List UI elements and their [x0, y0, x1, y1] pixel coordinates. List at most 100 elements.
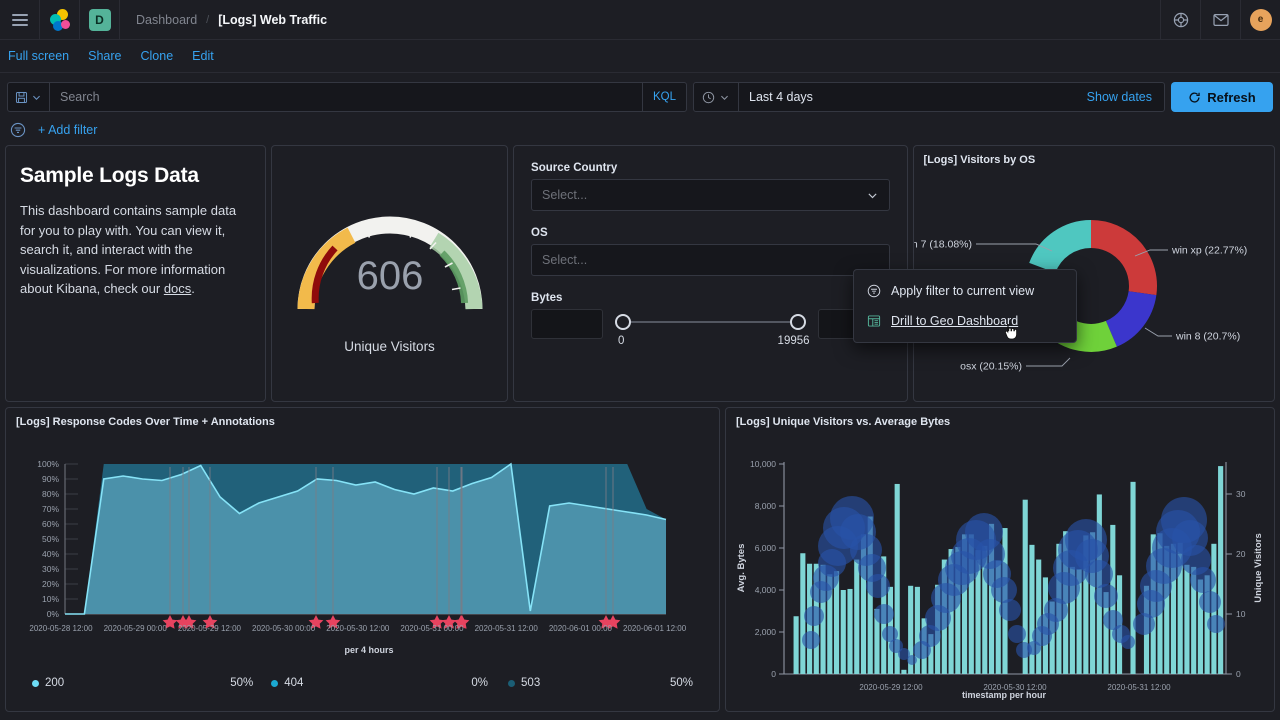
- panel-response-codes: [Logs] Response Codes Over Time + Annota…: [5, 407, 720, 712]
- y-axis-tick: 70%: [42, 504, 59, 514]
- markdown-text-2: .: [191, 281, 195, 296]
- bytes-range-row: 0 19956: [531, 309, 889, 339]
- donut-slice-win-xp: [1091, 234, 1143, 293]
- bytes-min-input[interactable]: [531, 309, 603, 339]
- legend-color-dot: [508, 680, 515, 687]
- donut-label-win-xp: win xp (22.77%): [1171, 245, 1247, 257]
- edit-link[interactable]: Edit: [192, 49, 214, 63]
- legend-color-dot: [32, 680, 39, 687]
- breadcrumb-current: [Logs] Web Traffic: [218, 13, 327, 27]
- clone-link[interactable]: Clone: [141, 49, 174, 63]
- filter-bar: + Add filter: [0, 115, 1280, 145]
- legend-value: 50%: [230, 677, 253, 689]
- bubble: [999, 599, 1021, 621]
- chevron-down-icon: [866, 189, 879, 202]
- source-country-select[interactable]: Select...: [531, 179, 889, 211]
- markdown-body: This dashboard contains sample data for …: [20, 201, 251, 299]
- x-axis-tick: 2020-05-29 12:00: [178, 624, 242, 633]
- user-avatar-button[interactable]: e: [1240, 0, 1280, 40]
- legend-item[interactable]: 503: [508, 677, 540, 689]
- add-filter-button[interactable]: + Add filter: [38, 123, 97, 137]
- bar: [1198, 580, 1203, 675]
- x-axis-tick: 2020-05-30 00:00: [252, 624, 316, 633]
- kibana-logo-icon: [48, 8, 72, 32]
- context-menu-label: Apply filter to current view: [891, 284, 1034, 298]
- pointer-cursor-icon: [1003, 323, 1019, 341]
- markdown-text-1: This dashboard contains sample data for …: [20, 203, 236, 296]
- os-label: OS: [531, 227, 889, 239]
- y-axis-tick: 90%: [42, 474, 59, 484]
- search-input[interactable]: [50, 90, 642, 104]
- bar: [1218, 466, 1223, 674]
- bubble: [1207, 615, 1225, 633]
- refresh-button[interactable]: Refresh: [1171, 82, 1273, 112]
- y-axis-tick: 40%: [42, 549, 59, 559]
- visitors-chart-xlabel: timestamp per hour: [962, 690, 1047, 700]
- date-quick-select-button[interactable]: [694, 83, 739, 111]
- filter-icon[interactable]: [10, 122, 26, 138]
- date-range-text[interactable]: Last 4 days: [739, 90, 1087, 104]
- bytes-label: Bytes: [531, 292, 889, 304]
- show-dates-button[interactable]: Show dates: [1087, 90, 1164, 104]
- breadcrumb-dashboard[interactable]: Dashboard: [136, 13, 197, 27]
- filter-icon: [867, 284, 881, 298]
- x-axis-tick: 2020-06-01 00:00: [549, 624, 613, 633]
- query-bar: KQL Last 4 days Show dates Refresh: [0, 73, 1280, 115]
- y-axis-tick: 4,000: [755, 585, 777, 595]
- x-axis-tick: 2020-05-29 00:00: [104, 624, 168, 633]
- kibana-home-button[interactable]: [40, 0, 80, 40]
- dashboard-row-top: Sample Logs Data This dashboard contains…: [5, 145, 1275, 402]
- donut-slice-win-8: [1111, 293, 1142, 334]
- donut-label-osx: osx (20.15%): [960, 361, 1022, 373]
- bytes-min-value: 0: [618, 335, 624, 347]
- y-axis-tick: 0: [771, 669, 776, 679]
- source-country-value: Select...: [542, 188, 587, 202]
- dashboard-badge-letter: D: [89, 9, 111, 31]
- y-axis-tick: 20%: [42, 579, 59, 589]
- legend-item[interactable]: 200: [32, 677, 64, 689]
- y2-axis-tick: 10: [1236, 609, 1246, 619]
- top-navigation-bar: D Dashboard / [Logs] Web Traffic e: [0, 0, 1280, 40]
- breadcrumb: Dashboard / [Logs] Web Traffic: [120, 13, 327, 27]
- page-title: Sample Logs Data: [20, 164, 251, 188]
- panel-sample-logs-data: Sample Logs Data This dashboard contains…: [5, 145, 266, 402]
- share-link[interactable]: Share: [88, 49, 121, 63]
- os-select[interactable]: Select...: [531, 244, 889, 276]
- gauge-label: Unique Visitors: [344, 339, 435, 354]
- bytes-range-slider[interactable]: 0 19956: [613, 309, 807, 339]
- legend-item[interactable]: 404: [271, 677, 303, 689]
- gauge-value: 606: [356, 254, 423, 298]
- date-picker: Last 4 days Show dates: [693, 82, 1165, 112]
- saved-query-button[interactable]: [8, 83, 50, 111]
- mail-icon[interactable]: [1200, 0, 1240, 40]
- slider-knob-max[interactable]: [790, 314, 806, 330]
- bubble: [991, 577, 1017, 603]
- y-axis-tick: 6,000: [755, 543, 777, 553]
- dashboard-grid: Sample Logs Data This dashboard contains…: [0, 145, 1280, 712]
- menu-button[interactable]: [0, 0, 40, 40]
- slider-knob-min[interactable]: [615, 314, 631, 330]
- avatar: e: [1250, 9, 1272, 31]
- dashboard-app-badge[interactable]: D: [80, 0, 120, 40]
- donut-slice-win-7: [1042, 234, 1091, 268]
- docs-link[interactable]: docs: [164, 281, 191, 296]
- bubble: [907, 655, 917, 665]
- full-screen-link[interactable]: Full screen: [8, 49, 69, 63]
- y-axis-tick: 0%: [47, 609, 60, 619]
- y-axis-tick: 50%: [42, 534, 59, 544]
- visitors-chart-y2label: Unique Visitors: [1253, 533, 1264, 603]
- help-icon[interactable]: [1160, 0, 1200, 40]
- context-menu-item-drill-to-geo[interactable]: Drill to Geo Dashboard: [854, 306, 1076, 336]
- gauge-chart: 606: [290, 193, 490, 321]
- bar: [1184, 565, 1189, 674]
- panel-context-menu: Apply filter to current view Drill to Ge…: [853, 269, 1077, 343]
- query-language-badge[interactable]: KQL: [642, 83, 686, 111]
- x-axis-tick: 2020-05-31 12:00: [1107, 683, 1171, 692]
- dashboard-actions-bar: Full screen Share Clone Edit: [0, 40, 1280, 73]
- context-menu-item-apply-filter[interactable]: Apply filter to current view: [854, 276, 1076, 306]
- breadcrumb-separator: /: [206, 14, 209, 26]
- bar: [847, 589, 852, 674]
- bar: [794, 616, 799, 674]
- x-axis-tick: 2020-05-28 12:00: [29, 624, 93, 633]
- bytes-max-value: 19956: [778, 335, 810, 347]
